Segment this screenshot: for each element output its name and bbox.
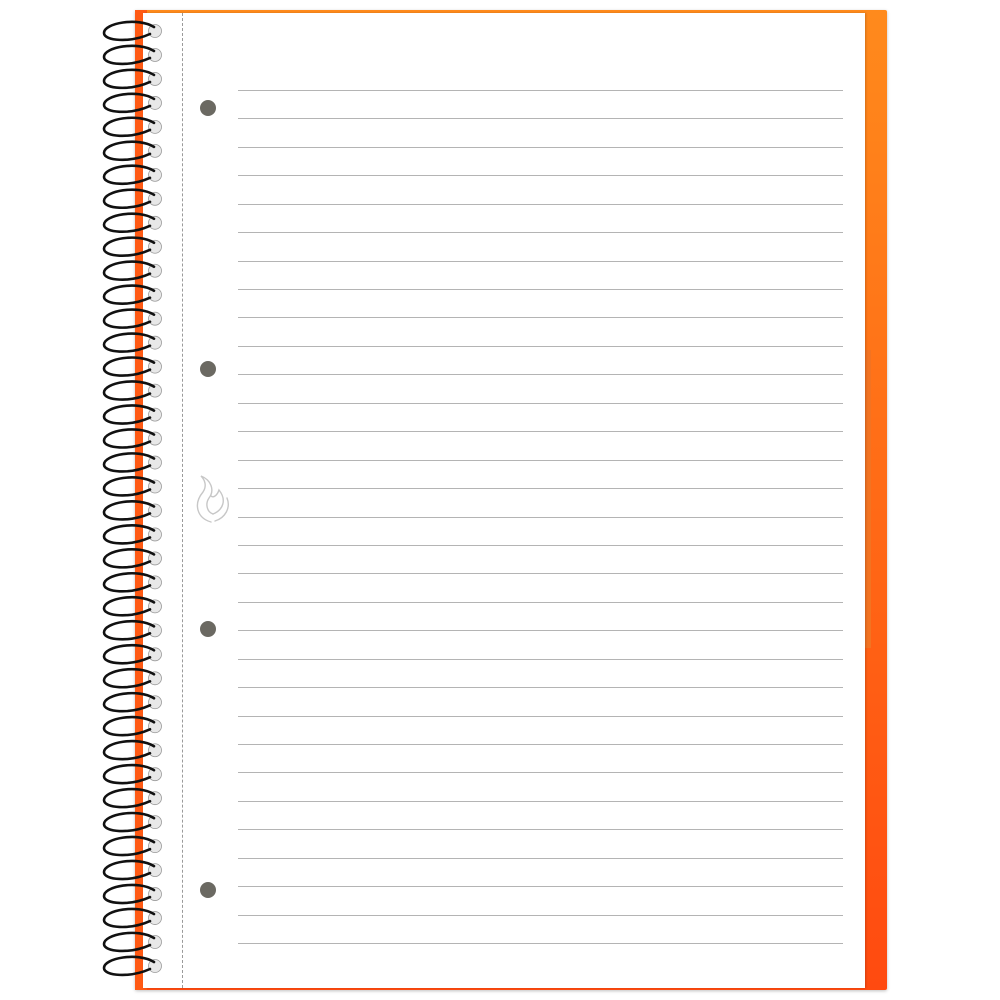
spiral-wire-loop — [102, 164, 156, 186]
spiral-wire-loop — [102, 452, 156, 473]
spiral-wire-loop — [102, 859, 156, 881]
spiral-wire-loop — [102, 428, 156, 449]
spiral-wire-loop — [102, 188, 156, 209]
spiral-wire-loop — [102, 595, 156, 617]
spiral-wire-loop — [102, 356, 156, 377]
spiral-wire-loop — [102, 332, 156, 353]
spiral-wire-loop — [102, 667, 156, 689]
spiral-wire-loop — [102, 236, 156, 257]
spiral-wire-loop — [102, 500, 156, 521]
spiral-wire-loop — [102, 571, 156, 593]
spiral-wire-loop — [102, 308, 156, 329]
spiral-wire-loop — [102, 715, 156, 737]
spiral-wire-loop — [102, 92, 156, 114]
spiral-wire-loop — [102, 787, 156, 809]
spiral-wire-loop — [102, 548, 156, 569]
spiral-wire-loop — [102, 691, 156, 713]
spiral-wire-loop — [102, 619, 156, 641]
notebook-stage — [0, 0, 1000, 1000]
spiral-wire-loop — [102, 404, 156, 425]
spiral-wire-loop — [102, 763, 156, 785]
spiral-wire-loop — [102, 907, 156, 929]
spiral-wire-loop — [102, 68, 156, 90]
spiral-wire-loop — [102, 260, 156, 281]
spiral-wire-loop — [102, 476, 156, 497]
spiral-wire-loop — [102, 883, 156, 905]
spiral-wire-loop — [102, 44, 156, 66]
spiral-wire-loop — [102, 955, 156, 977]
spiral-wire-loop — [102, 20, 156, 42]
spiral-binding-icon — [102, 20, 162, 977]
spiral-wire-loop — [102, 116, 156, 138]
spiral-wire-loop — [102, 811, 156, 833]
spiral-wire-loop — [102, 212, 156, 233]
spiral-wire-loop — [102, 284, 156, 305]
spiral-wire-loop — [102, 524, 156, 545]
spiral-wire-loop — [102, 140, 156, 162]
spiral-wire-loop — [102, 835, 156, 857]
spiral-wire-loop — [102, 380, 156, 401]
spiral-wire-loop — [102, 643, 156, 665]
spiral-wire-loop — [102, 931, 156, 953]
spiral-wire-loop — [102, 739, 156, 761]
